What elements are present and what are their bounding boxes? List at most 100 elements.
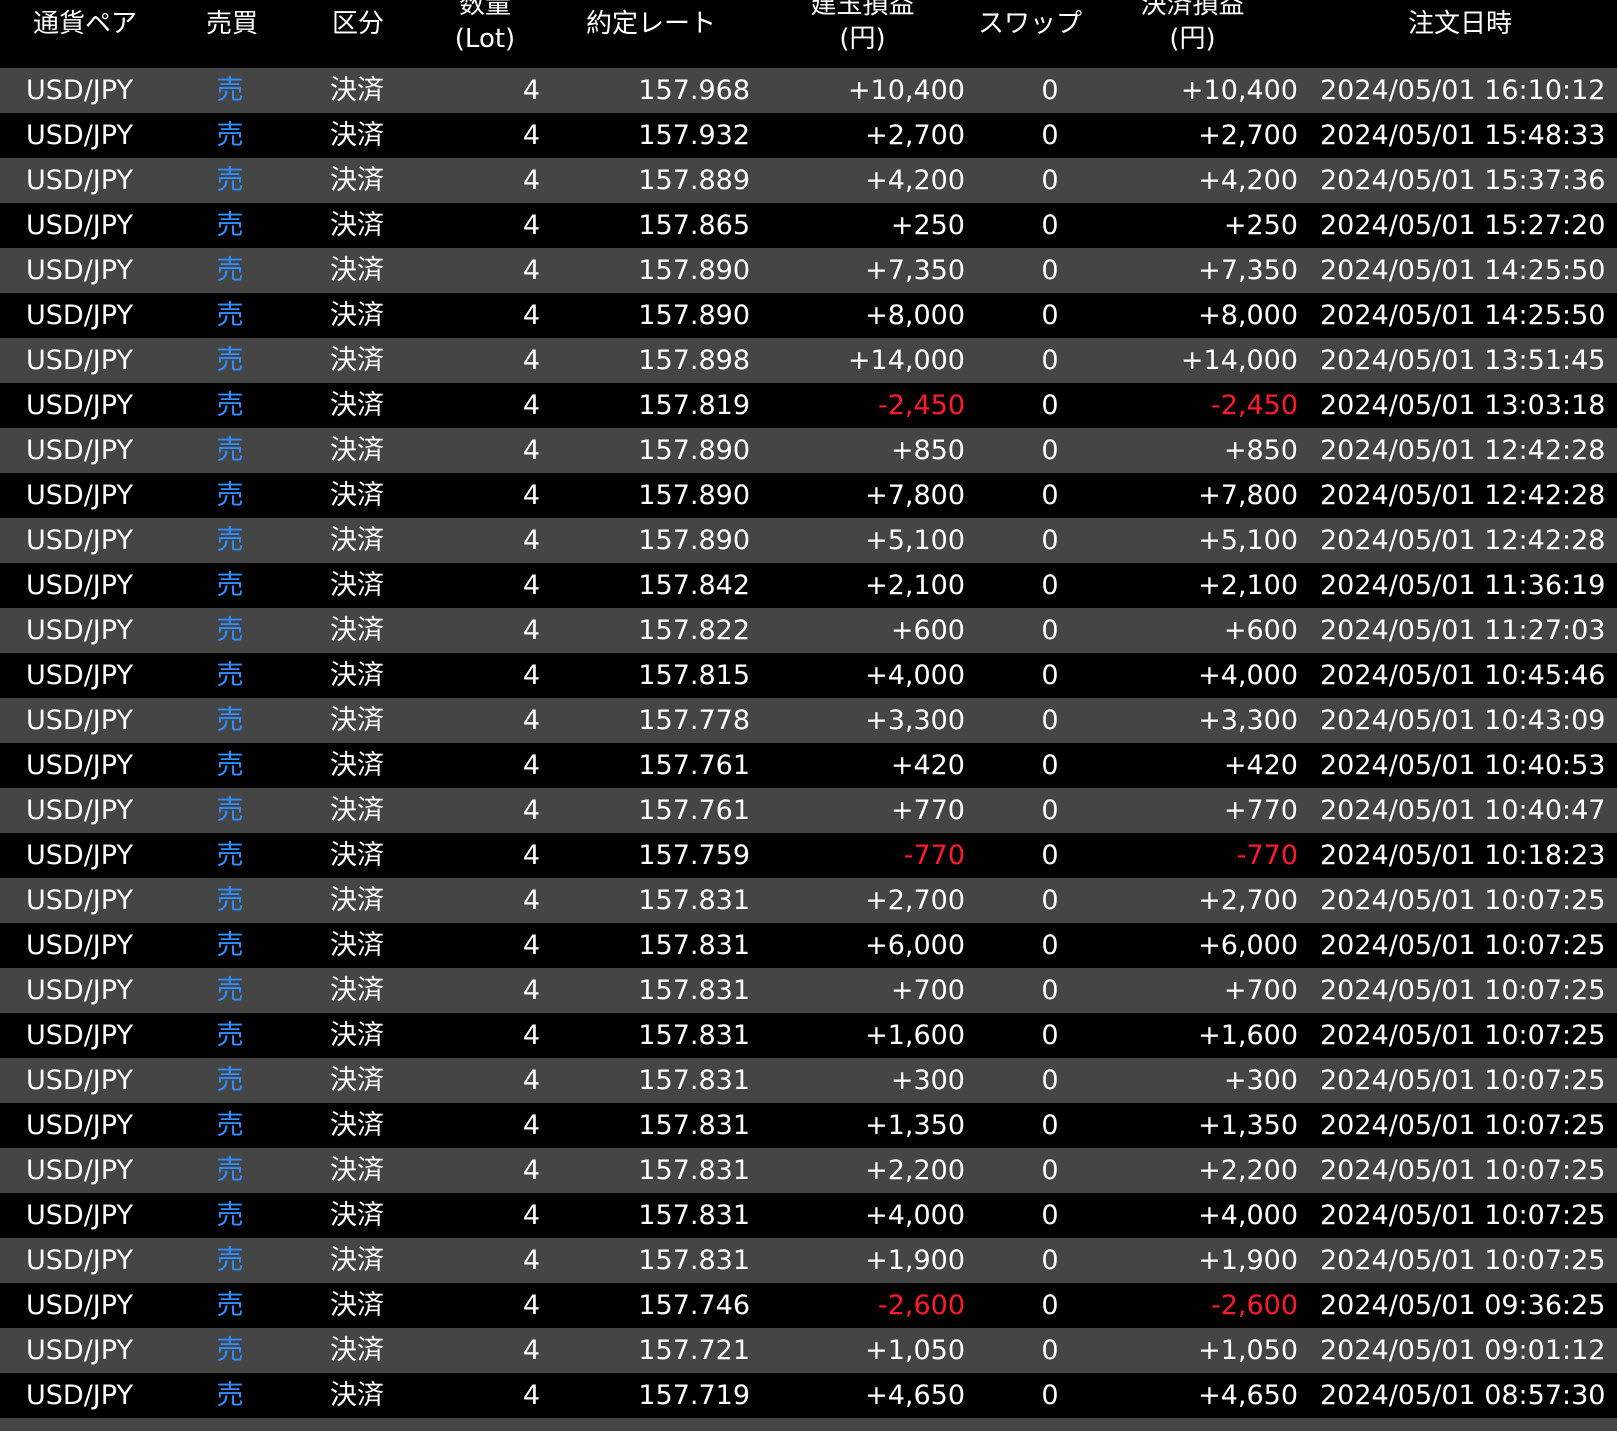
cell-swap: 0 [1041,660,1059,691]
cell-pair: USD/JPY [26,615,133,646]
cell-swap: 0 [1041,750,1059,781]
cell-rate: 157.761 [638,750,750,781]
cell-order-datetime: 2024/05/01 10:45:46 [1320,660,1606,691]
cell-rate: 157.822 [638,615,750,646]
cell-order-datetime: 2024/05/01 10:07:25 [1320,885,1606,916]
cell-side: 売 [216,885,244,916]
cell-settle-pl: +1,600 [1198,1020,1298,1051]
table-row[interactable]: USD/JPY 売 決済 4 157.831 +1,600 0 +1,600 2024/05/0… [0,1013,1617,1058]
cell-position-pl: +300 [890,1065,965,1096]
table-row[interactable]: USD/JPY 売 決済 4 157.890 +8,000 0 +8,000 2024/05/0… [0,293,1617,338]
cell-kind: 決済 [330,1335,384,1366]
table-row[interactable]: USD/JPY 売 決済 4 157.932 +2,700 0 +2,700 2024/05/0… [0,113,1617,158]
header-side[interactable]: 売買 [200,7,264,68]
cell-position-pl: +7,800 [865,480,965,511]
header-pl[interactable]: 建玉損益 (円) [800,0,925,56]
cell-rate: 157.831 [638,1200,750,1231]
table-row[interactable]: USD/JPY 売 決済 4 157.831 +1,900 0 +1,900 2024/05/0… [0,1238,1617,1283]
table-row[interactable]: USD/JPY 売 決済 4 157.759 -770 0 -770 2024/05/01 10… [0,833,1617,878]
table-row[interactable]: USD/JPY 売 決済 4 157.831 +6,000 0 +6,000 2024/05/0… [0,923,1617,968]
table-row[interactable]: USD/JPY 売 決済 4 157.819 -2,450 0 -2,450 2024/05/0… [0,383,1617,428]
cell-order-datetime: 2024/05/01 12:42:28 [1320,435,1606,466]
cell-position-pl: +2,100 [865,570,965,601]
table-row[interactable]: USD/JPY 売 決済 4 157.831 +300 0 +300 2024/05/01 10… [0,1058,1617,1103]
table-row[interactable]: USD/JPY 売 決済 4 157.831 +1,350 0 +1,350 2024/05/0… [0,1103,1617,1148]
table-row[interactable]: USD/JPY 売 決済 4 157.721 +1,050 0 +1,050 2024/05/0… [0,1328,1617,1373]
cell-kind: 決済 [330,525,384,556]
cell-kind: 決済 [330,1020,384,1051]
cell-swap: 0 [1041,1245,1059,1276]
cell-settle-pl: +10,400 [1180,75,1298,106]
cell-settle-pl: +7,800 [1198,480,1298,511]
cell-rate: 157.761 [638,795,750,826]
cell-position-pl: -770 [903,840,965,871]
table-row[interactable]: USD/JPY 売 決済 4 157.889 +4,200 0 +4,200 2024/05/0… [0,158,1617,203]
cell-swap: 0 [1041,210,1059,241]
header-qty[interactable]: 数量 (Lot) [440,0,530,56]
cell-settle-pl: +6,000 [1198,930,1298,961]
cell-swap: 0 [1041,1155,1059,1186]
cell-pair: USD/JPY [26,840,133,871]
table-row[interactable]: USD/JPY 売 決済 4 157.898 +14,000 0 +14,000 2024/05… [0,338,1617,383]
cell-order-datetime: 2024/05/01 08:57:30 [1320,1380,1606,1411]
cell-kind: 決済 [330,210,384,241]
cell-position-pl: +10,400 [847,75,965,106]
cell-pair: USD/JPY [26,1020,133,1051]
cell-settle-pl: +420 [1223,750,1298,781]
cell-position-pl: +1,050 [865,1335,965,1366]
cell-rate: 157.865 [638,210,750,241]
cell-settle-pl: +1,900 [1198,1245,1298,1276]
header-rate[interactable]: 約定レート [585,7,717,68]
table-row[interactable]: USD/JPY 売 決済 4 157.890 +5,100 0 +5,100 2024/05/0… [0,518,1617,563]
table-row[interactable]: USD/JPY 売 決済 4 157.831 +2,200 0 +2,200 2024/05/0… [0,1148,1617,1193]
header-rate-label: 約定レート [585,9,716,39]
cell-settle-pl: +770 [1223,795,1298,826]
cell-order-datetime: 2024/05/01 14:25:50 [1320,255,1606,286]
table-row[interactable]: USD/JPY 売 決済 4 157.815 +4,000 0 +4,000 2024/05/0… [0,653,1617,698]
table-row[interactable]: USD/JPY 売 決済 4 157.778 +3,300 0 +3,300 2024/05/0… [0,698,1617,743]
table-row[interactable]: USD/JPY 売 決済 4 157.865 +250 0 +250 2024/05/01 15… [0,203,1617,248]
cell-pair: USD/JPY [26,480,133,511]
cell-position-pl: +2,200 [865,1155,965,1186]
cell-settle-pl: -770 [1236,840,1298,871]
table-row[interactable]: USD/JPY 売 決済 4 157.831 +700 0 +700 2024/05/01 10… [0,968,1617,1013]
cell-qty: 4 [522,210,540,241]
table-row[interactable]: USD/JPY 売 決済 4 157.822 +600 0 +600 2024/05/01 11… [0,608,1617,653]
table-row[interactable]: USD/JPY 売 決済 4 157.831 +2,700 0 +2,700 2024/05/0… [0,878,1617,923]
cell-qty: 4 [522,390,540,421]
cell-order-datetime: 2024/05/01 10:40:47 [1320,795,1606,826]
cell-swap: 0 [1041,975,1059,1006]
cell-qty: 4 [522,1020,540,1051]
header-order-datetime-label: 注文日時 [1407,9,1512,39]
table-row[interactable]: USD/JPY 売 決済 4 157.761 +770 0 +770 2024/05/01 10… [0,788,1617,833]
table-row[interactable]: USD/JPY 売 決済 4 157.761 +420 0 +420 2024/05/01 10… [0,743,1617,788]
cell-rate: 157.968 [638,75,750,106]
cell-rate: 157.831 [638,1110,750,1141]
table-header: 通貨ペア 売買 区分 数量 (Lot) 約定レート 建玉損益 (円) スワップ 決済… [0,0,1617,68]
table-row[interactable]: USD/JPY 売 決済 4 157.890 +850 0 +850 2024/05/01 12… [0,428,1617,473]
header-swap[interactable]: スワップ [975,7,1085,68]
table-body: USD/JPY 売決済 4 157.968 +10,400 0 +10,400 2024/05… [0,68,1617,1418]
cell-rate: 157.815 [638,660,750,691]
cell-settle-pl: +2,700 [1198,885,1298,916]
table-row[interactable]: USD/JPY 売 決済 4 157.746 -2,600 0 -2,600 2024/05/0… [0,1283,1617,1328]
cell-kind: 決済 [330,930,384,961]
table-row[interactable]: USD/JPY 売 決済 4 157.890 +7,800 0 +7,800 2024/05/0… [0,473,1617,518]
table-row[interactable]: USD/JPY 売 決済 4 157.842 +2,100 0 +2,100 2024/05/0… [0,563,1617,608]
cell-swap: 0 [1041,525,1059,556]
cell-swap: 0 [1041,1335,1059,1366]
cell-settle-pl: +4,000 [1198,660,1298,691]
table-row[interactable]: USD/JPY 売 決済 4 157.890 +7,350 0 +7,350 2024/05/0… [0,248,1617,293]
table-row[interactable]: USD/JPY 売 決済 4 157.719 +4,650 0 +4,650 2024/05/0… [0,1373,1617,1418]
cell-position-pl: +4,650 [865,1380,965,1411]
cell-pair: USD/JPY [26,300,133,331]
cell-pair: USD/JPY [26,1065,133,1096]
cell-settle-pl: +2,200 [1198,1155,1298,1186]
header-order-datetime[interactable]: 注文日時 [1395,7,1525,68]
header-pair[interactable]: 通貨ペア [30,7,140,68]
header-kind[interactable]: 区分 [326,7,390,68]
cell-position-pl: +14,000 [847,345,965,376]
table-row[interactable]: USD/JPY 売 決済 4 157.968 +10,400 0 +10,400 2024/05… [0,68,1617,113]
table-row[interactable]: USD/JPY 売 決済 4 157.831 +4,000 0 +4,000 2024/05/0… [0,1193,1617,1238]
header-settle-pl[interactable]: 決済損益 (円) [1130,0,1255,56]
